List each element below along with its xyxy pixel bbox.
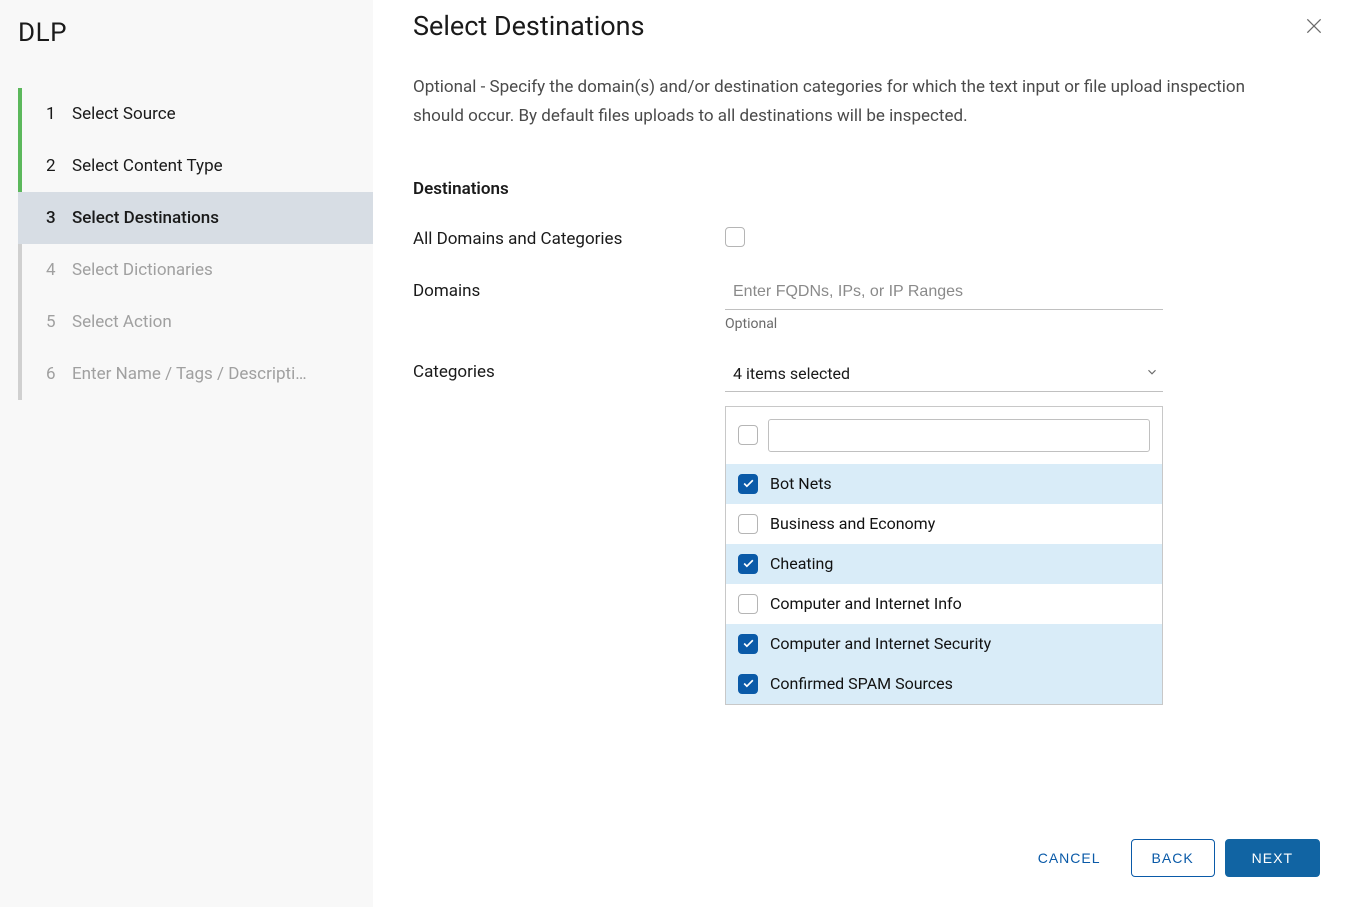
step-num: 1 bbox=[46, 104, 66, 124]
step-num: 2 bbox=[46, 156, 66, 176]
category-checkbox[interactable] bbox=[738, 514, 758, 534]
sidebar-title: DLP bbox=[18, 18, 373, 48]
step-label: Select Action bbox=[72, 312, 172, 332]
chevron-down-icon bbox=[1145, 364, 1159, 383]
category-checkbox[interactable] bbox=[738, 594, 758, 614]
all-domains-label: All Domains and Categories bbox=[413, 227, 725, 249]
category-label: Computer and Internet Security bbox=[770, 634, 991, 653]
domains-helper: Optional bbox=[725, 316, 1163, 332]
close-icon bbox=[1304, 16, 1324, 36]
category-item[interactable]: Computer and Internet Info bbox=[726, 584, 1162, 624]
category-item[interactable]: Cheating bbox=[726, 544, 1162, 584]
category-label: Cheating bbox=[770, 554, 833, 573]
domains-input[interactable] bbox=[725, 279, 1163, 310]
cancel-button[interactable]: CANCEL bbox=[1018, 839, 1121, 877]
main: Select Destinations Optional - Specify t… bbox=[373, 0, 1360, 907]
category-label: Business and Economy bbox=[770, 514, 935, 533]
categories-dropdown-panel: Bot Nets Business and Economy Cheating Comp… bbox=[725, 406, 1163, 705]
step-label: Select Destinations bbox=[72, 208, 219, 228]
wizard-step-4[interactable]: 4 Select Dictionaries bbox=[18, 244, 373, 296]
category-label: Confirmed SPAM Sources bbox=[770, 674, 953, 693]
destinations-heading: Destinations bbox=[413, 179, 1320, 199]
category-item[interactable]: Business and Economy bbox=[726, 504, 1162, 544]
categories-search-input[interactable] bbox=[768, 419, 1150, 452]
category-label: Bot Nets bbox=[770, 474, 832, 493]
wizard-step-5[interactable]: 5 Select Action bbox=[18, 296, 373, 348]
step-label: Select Content Type bbox=[72, 156, 223, 176]
category-item[interactable]: Computer and Internet Security bbox=[726, 624, 1162, 664]
categories-label: Categories bbox=[413, 360, 725, 382]
next-button[interactable]: NEXT bbox=[1225, 839, 1320, 877]
step-label: Select Dictionaries bbox=[72, 260, 213, 280]
wizard-step-2[interactable]: 2 Select Content Type bbox=[18, 140, 373, 192]
categories-dropdown-toggle[interactable]: 4 items selected bbox=[725, 360, 1163, 392]
all-domains-checkbox[interactable] bbox=[725, 227, 745, 247]
category-item[interactable]: Confirmed SPAM Sources bbox=[726, 664, 1162, 704]
category-checkbox[interactable] bbox=[738, 634, 758, 654]
category-label: Computer and Internet Info bbox=[770, 594, 962, 613]
wizard-step-6[interactable]: 6 Enter Name / Tags / Descripti… bbox=[18, 348, 373, 400]
sidebar: DLP 1Select Source2Select Content Type3S… bbox=[0, 0, 373, 907]
back-button[interactable]: BACK bbox=[1131, 839, 1215, 877]
category-item[interactable]: Bot Nets bbox=[726, 464, 1162, 504]
categories-select-all-checkbox[interactable] bbox=[738, 425, 758, 445]
category-checkbox[interactable] bbox=[738, 674, 758, 694]
domains-label: Domains bbox=[413, 279, 725, 301]
wizard-step-1[interactable]: 1 Select Source bbox=[18, 88, 373, 140]
wizard-footer: CANCEL BACK NEXT bbox=[373, 821, 1360, 907]
step-num: 3 bbox=[46, 208, 66, 228]
categories-list[interactable]: Bot Nets Business and Economy Cheating Comp… bbox=[726, 464, 1162, 704]
step-label: Select Source bbox=[72, 104, 176, 124]
wizard-steps: 1 Select Source 2 Select Content Type 3 Selec… bbox=[18, 88, 373, 400]
step-num: 4 bbox=[46, 260, 66, 280]
close-button[interactable] bbox=[1298, 10, 1330, 45]
step-label: Enter Name / Tags / Descripti… bbox=[72, 364, 307, 384]
category-checkbox[interactable] bbox=[738, 474, 758, 494]
step-num: 6 bbox=[46, 364, 66, 384]
category-checkbox[interactable] bbox=[738, 554, 758, 574]
page-title: Select Destinations bbox=[413, 10, 645, 42]
categories-summary-text: 4 items selected bbox=[733, 364, 850, 383]
page-description: Optional - Specify the domain(s) and/or … bbox=[373, 45, 1360, 131]
step-num: 5 bbox=[46, 312, 66, 332]
wizard-step-3[interactable]: 3 Select Destinations bbox=[18, 192, 373, 244]
